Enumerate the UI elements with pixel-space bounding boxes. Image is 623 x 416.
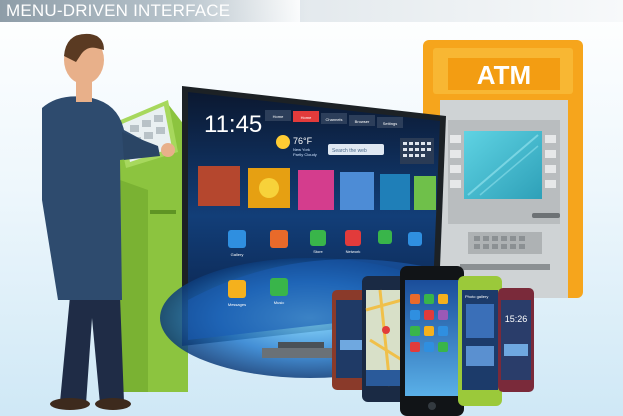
- photo-tile-1[interactable]: [198, 166, 240, 206]
- tv-tab-2[interactable]: Home: [301, 115, 312, 120]
- man-pants: [60, 296, 124, 404]
- phone-gallery-label: Photo gallery: [465, 294, 488, 299]
- store-app-icon[interactable]: [310, 230, 326, 246]
- phone-5-lock: 15:26: [498, 288, 534, 392]
- app-label-7: Messages: [228, 302, 246, 307]
- phone-4-gallery: Photo gallery: [458, 276, 502, 406]
- tv-search-placeholder: Search the web: [332, 148, 367, 154]
- illustration-stage: MENU-DRIVEN INTERFACE ATM 11:45 Home Hom…: [0, 0, 623, 416]
- app-label-1: Gallery: [231, 252, 244, 257]
- music-app-icon[interactable]: [270, 278, 288, 296]
- phone-3-home: [400, 266, 464, 416]
- sun-icon: [276, 135, 290, 149]
- app-icon-5[interactable]: [378, 230, 392, 244]
- phones-group: Photo gallery 15:26: [332, 266, 534, 416]
- tv-weather-temp: 76°F: [293, 136, 313, 146]
- phone-2-map: [362, 276, 406, 402]
- photo-tile-3[interactable]: [298, 170, 334, 210]
- calendar-icon: [400, 138, 434, 164]
- messages-app-icon[interactable]: [228, 280, 246, 298]
- atm-label: ATM: [477, 60, 531, 90]
- app-label-4: Network: [346, 249, 361, 254]
- network-app-icon[interactable]: [345, 230, 361, 246]
- scene-illustration: ATM 11:45 Home Home Channels Browser Set…: [42, 33, 583, 416]
- tv-clock: 11:45: [204, 111, 262, 138]
- app-label-8: Music: [274, 300, 284, 305]
- tv-weather-cond: Partly Cloudy: [293, 152, 317, 157]
- photo-tile-6[interactable]: [414, 176, 436, 210]
- map-pin-icon: [382, 326, 390, 334]
- phone-lock-clock: 15:26: [505, 314, 528, 324]
- app-label-3: Store: [313, 249, 323, 254]
- tv-tab-4[interactable]: Browser: [355, 119, 370, 124]
- photo-tile-5[interactable]: [380, 174, 410, 210]
- atm-card-slot: [532, 213, 560, 218]
- app-icon-2[interactable]: [270, 230, 288, 248]
- tv-tab-1[interactable]: Home: [273, 114, 284, 119]
- app-icon-6[interactable]: [408, 232, 422, 246]
- tv-tab-3[interactable]: Channels: [326, 117, 343, 122]
- gallery-app-icon[interactable]: [228, 230, 246, 248]
- photo-tile-4[interactable]: [340, 172, 374, 210]
- tv-tab-5[interactable]: Settings: [383, 121, 397, 126]
- atm-machine: ATM: [423, 40, 583, 298]
